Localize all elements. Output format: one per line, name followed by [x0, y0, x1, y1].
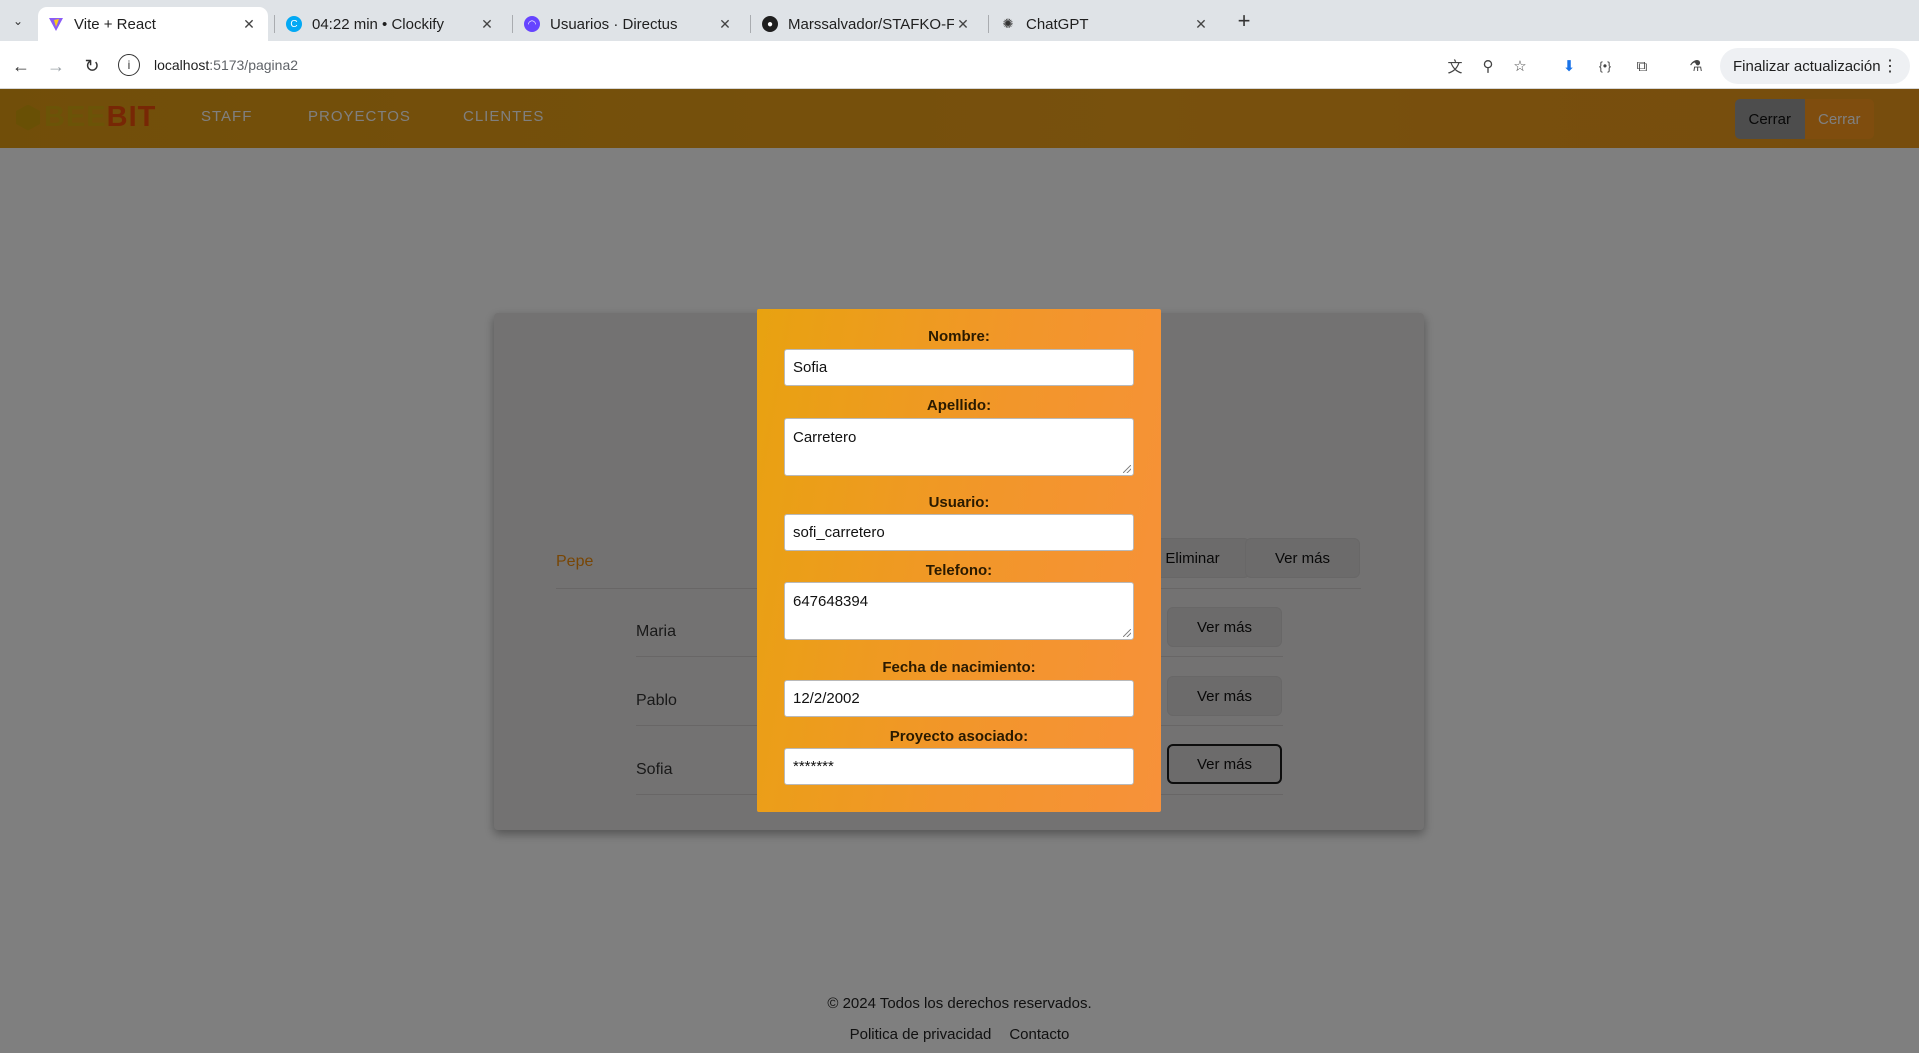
field-label-nombre: Nombre: — [928, 328, 990, 345]
field-label-usuario: Usuario: — [928, 494, 990, 511]
update-label: Finalizar actualización — [1733, 57, 1881, 75]
clockify-icon: C — [286, 16, 302, 32]
usuario-input[interactable]: sofi_carretero — [784, 514, 1134, 551]
extension-devtools-icon[interactable]: {•} — [1593, 54, 1617, 78]
tab-title: Vite + React — [74, 15, 156, 33]
field-label-fecha: Fecha de nacimiento: — [882, 659, 1036, 676]
apellido-textarea[interactable]: Carretero — [784, 418, 1134, 476]
new-tab-plus-icon[interactable]: + — [1232, 8, 1256, 33]
user-detail-modal: Nombre: Sofia Apellido: Carretero Usuari… — [757, 309, 1161, 812]
tab-separator — [988, 15, 989, 33]
lab-flask-icon[interactable]: ⚗ — [1684, 54, 1708, 78]
github-icon: ● — [762, 16, 778, 32]
update-browser-button[interactable]: Finalizar actualización ⋮ — [1720, 48, 1910, 84]
tab-separator — [274, 15, 275, 33]
telefono-textarea[interactable]: 647648394 — [784, 582, 1134, 640]
zoom-icon[interactable]: ⚲ — [1476, 54, 1500, 78]
close-icon[interactable]: ✕ — [240, 15, 258, 33]
bookmark-star-icon[interactable]: ☆ — [1508, 54, 1532, 78]
close-icon[interactable]: ✕ — [1192, 15, 1210, 33]
directus-icon: ◠ — [524, 16, 540, 32]
browser-toolbar: ← → ↻ i localhost:5173/pagina2 文 ⚲ ☆ ⬇ {… — [0, 41, 1919, 89]
field-label-proyecto: Proyecto asociado: — [889, 728, 1029, 745]
tab-title: ChatGPT — [1026, 15, 1089, 33]
proyecto-asociado-input[interactable]: ******* — [784, 748, 1134, 785]
close-icon[interactable]: ✕ — [478, 15, 496, 33]
tab-clockify[interactable]: C 04:22 min • Clockify ✕ — [276, 7, 506, 41]
tab-separator — [512, 15, 513, 33]
browser-tabstrip: ⌄ Vite + React ✕ C 04:22 min • Clockify … — [0, 0, 1919, 41]
forward-arrow-icon[interactable]: → — [43, 53, 69, 79]
field-label-telefono: Telefono: — [925, 562, 993, 579]
extensions-puzzle-icon[interactable]: ⧉ — [1630, 54, 1654, 78]
tab-search-chevron-icon[interactable]: ⌄ — [6, 9, 30, 33]
close-icon[interactable]: ✕ — [954, 15, 972, 33]
tab-title: Usuarios · Directus — [550, 15, 678, 33]
chatgpt-icon: ✺ — [1002, 16, 1014, 31]
fecha-nacimiento-input[interactable]: 12/2/2002 — [784, 680, 1134, 717]
url-host: localhost — [154, 57, 210, 73]
kebab-menu-icon[interactable]: ⋮ — [1882, 56, 1898, 76]
close-icon[interactable]: ✕ — [716, 15, 734, 33]
back-arrow-icon[interactable]: ← — [8, 53, 34, 79]
telefono-value: 647648394 — [793, 593, 869, 610]
site-info-icon[interactable]: i — [118, 54, 140, 76]
apellido-value: Carretero — [793, 429, 857, 446]
download-icon[interactable]: ⬇ — [1557, 54, 1581, 78]
resize-handle-icon[interactable] — [1123, 465, 1131, 473]
reload-icon[interactable]: ↻ — [79, 53, 105, 79]
url-path: :5173/pagina2 — [209, 57, 299, 73]
resize-handle-icon[interactable] — [1123, 629, 1131, 637]
address-bar[interactable]: i localhost:5173/pagina2 — [118, 46, 1448, 84]
nombre-input[interactable]: Sofia — [784, 349, 1134, 386]
vite-icon — [48, 16, 64, 32]
tab-github[interactable]: ● Marssalvador/STAFKO-F ✕ — [752, 7, 982, 41]
tab-directus[interactable]: ◠ Usuarios · Directus ✕ — [514, 7, 744, 41]
tab-separator — [750, 15, 751, 33]
field-label-apellido: Apellido: — [926, 397, 992, 414]
translate-icon[interactable]: 文 — [1443, 54, 1467, 78]
tab-title: 04:22 min • Clockify — [312, 15, 444, 33]
tab-title: Marssalvador/STAFKO-F — [788, 15, 954, 33]
tab-chatgpt[interactable]: ✺ ChatGPT ✕ — [990, 7, 1220, 41]
tab-vite-react[interactable]: Vite + React ✕ — [38, 7, 268, 41]
